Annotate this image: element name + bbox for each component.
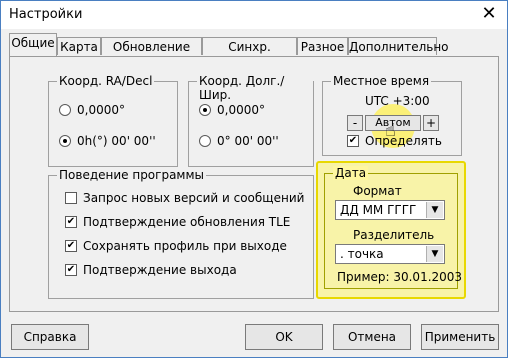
save-profile-label: Сохранять профиль при выходе [83,239,287,253]
date-format-value: ДД ММ ГГГГ [340,203,417,217]
tab-tle-update[interactable]: Обновление TLE [101,37,202,72]
help-button[interactable]: Справка [11,324,89,350]
date-format-select[interactable]: ДД ММ ГГГГ ▼ [335,200,445,220]
group-radec-title: Коорд. RA/Decl [57,74,155,88]
lonlat-dms-label: 0° 00' 00'' [217,134,279,148]
confirm-tle-update-label: Подтверждение обновления TLE [83,215,291,229]
radec-decimal-label: 0,0000° [77,103,125,117]
radec-sexagesimal-radio[interactable] [59,135,71,147]
tab-misc-label: Разное [300,40,345,54]
date-example: Пример: 30.01.2003 [337,270,463,284]
apply-button[interactable]: Применить [421,324,499,350]
cancel-button[interactable]: Отмена [333,324,411,350]
utc-minus-button[interactable]: - [347,115,363,131]
detect-timezone-label: Определять [365,134,442,148]
group-local-time-title: Местное время [331,74,432,88]
group-lonlat-title: Коорд. Долг./Шир. [197,74,313,102]
title-bar: Настройки ✕ [1,1,507,29]
date-separator-label: Разделитель [353,228,435,242]
window-title: Настройки [9,7,83,22]
chevron-down-icon: ▼ [426,246,443,262]
group-radec: Коорд. RA/Decl 0,0000° 0h(°) 00' 00'' [48,74,178,167]
lonlat-decimal-radio[interactable] [199,104,211,116]
group-behavior-title: Поведение программы [57,168,207,182]
date-separator-select[interactable]: . точка ▼ [335,244,445,264]
lonlat-decimal-label: 0,0000° [217,103,265,117]
tab-map[interactable]: Карта [57,37,101,55]
tab-page-general: Коорд. RA/Decl 0,0000° 0h(°) 00' 00'' Ко… [9,56,499,312]
tab-map-label: Карта [60,40,98,54]
utc-plus-button[interactable]: + [423,115,439,131]
settings-window: Настройки ✕ Общие Карта Обновление TLE С… [0,0,508,358]
save-profile-checkbox[interactable]: ✔ [65,240,77,252]
radec-sexagesimal-label: 0h(°) 00' 00'' [77,134,156,148]
check-updates-label: Запрос новых версий и сообщений [83,191,305,205]
detect-timezone-checkbox[interactable]: ✔ [347,135,359,147]
group-local-time: Местное время UTC +3:00 - Автом + ☝ ✔ Оп… [322,74,462,156]
tab-general[interactable]: Общие [9,33,57,56]
confirm-tle-update-checkbox[interactable]: ✔ [65,216,77,228]
tab-advanced-label: Дополнительно [349,40,449,54]
confirm-exit-checkbox[interactable]: ✔ [65,264,77,276]
confirm-exit-label: Подтверждение выхода [83,263,237,277]
group-date-title: Дата [333,166,369,180]
close-icon[interactable]: ✕ [477,3,501,25]
tab-general-label: Общие [11,36,55,50]
chevron-down-icon: ▼ [426,202,443,218]
tab-time-sync[interactable]: Синхр. времени [202,37,297,72]
date-separator-value: . точка [340,247,384,261]
lonlat-dms-radio[interactable] [199,135,211,147]
group-date: Дата Формат ДД ММ ГГГГ ▼ Разделитель . т… [324,166,462,289]
tab-misc[interactable]: Разное [297,37,348,55]
group-behavior: Поведение программы Запрос новых версий … [48,168,314,299]
check-updates-checkbox[interactable] [65,192,77,204]
tab-advanced[interactable]: Дополнительно [348,37,449,55]
group-lonlat: Коорд. Долг./Шир. 0,0000° 0° 00' 00'' [188,74,314,167]
date-format-label: Формат [353,184,402,198]
radec-decimal-radio[interactable] [59,104,71,116]
ok-button[interactable]: OK [245,324,323,350]
